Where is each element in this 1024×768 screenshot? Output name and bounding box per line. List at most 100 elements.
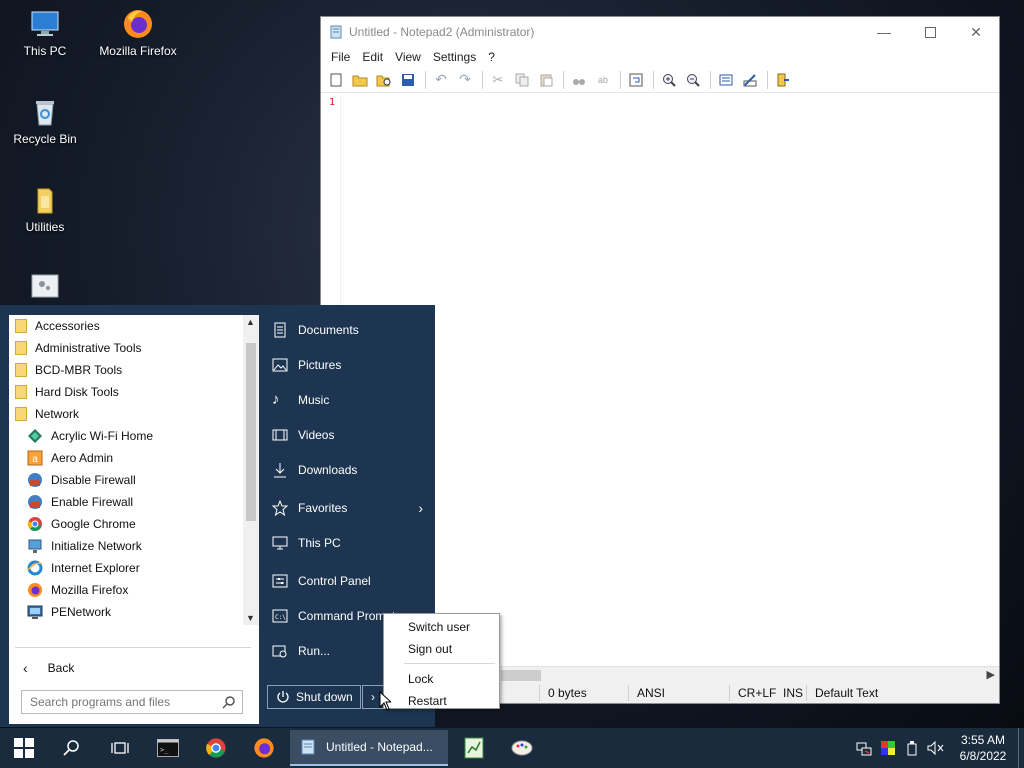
scroll-down-icon[interactable]: ▼	[246, 613, 255, 623]
toolbar-separator	[563, 70, 564, 89]
customize-button[interactable]	[739, 69, 761, 91]
taskbar-cmd-button[interactable]: >_	[144, 728, 192, 768]
start-item-documents[interactable]: Documents	[262, 315, 435, 345]
open-button[interactable]	[349, 69, 371, 91]
chevron-left-icon: ‹	[23, 660, 28, 676]
list-item[interactable]: Acrylic Wi-Fi Home	[9, 425, 243, 447]
start-item-label: Downloads	[298, 463, 358, 477]
menu-help[interactable]: ?	[482, 50, 501, 64]
close-button[interactable]: ✕	[953, 17, 999, 47]
tray-usb-icon[interactable]	[900, 728, 924, 768]
task-view-button[interactable]	[96, 728, 144, 768]
start-item-label: Run...	[298, 644, 331, 658]
menu-settings[interactable]: Settings	[427, 50, 482, 64]
redo-button[interactable]: ↷	[454, 69, 476, 91]
desktop-icon-firefox[interactable]: Mozilla Firefox	[96, 8, 180, 58]
maximize-button[interactable]	[907, 17, 953, 47]
start-item-label: Pictures	[298, 358, 342, 372]
start-item-music[interactable]: ♪ Music	[262, 385, 435, 415]
paste-button[interactable]	[535, 69, 557, 91]
scroll-up-icon[interactable]: ▲	[246, 317, 255, 327]
copy-button[interactable]	[511, 69, 533, 91]
save-button[interactable]	[397, 69, 419, 91]
list-item[interactable]: Initialize Network	[9, 535, 243, 557]
folder-icon	[15, 319, 27, 333]
tray-volume-icon[interactable]	[924, 728, 948, 768]
zoom-in-button[interactable]	[658, 69, 680, 91]
exit-button[interactable]	[772, 69, 794, 91]
start-item-this-pc[interactable]: This PC	[262, 528, 435, 558]
start-item-favorites[interactable]: Favorites ›	[262, 493, 435, 523]
desktop-icon-this-pc[interactable]: This PC	[3, 8, 87, 58]
wordwrap-button[interactable]	[625, 69, 647, 91]
status-scheme: Default Text	[806, 685, 956, 701]
show-desktop-button[interactable]	[1018, 728, 1024, 768]
menu-item-sign-out[interactable]: Sign out	[384, 638, 499, 660]
list-item[interactable]: Hard Disk Tools	[9, 381, 243, 403]
search-input[interactable]	[30, 695, 222, 709]
scheme-button[interactable]	[715, 69, 737, 91]
minimize-button[interactable]: —	[861, 17, 907, 47]
chevron-right-icon: ›	[371, 690, 375, 704]
taskbar: >_ Untitled - Notepad... 3:55 AM 6/8/202…	[0, 728, 1024, 768]
menu-view[interactable]: View	[389, 50, 427, 64]
clock[interactable]: 3:55 AM 6/8/2022	[948, 732, 1018, 764]
status-line-ending: CR+LF	[729, 685, 781, 701]
zoom-out-button[interactable]	[682, 69, 704, 91]
list-item-label: Mozilla Firefox	[51, 583, 129, 597]
list-item[interactable]: PENetwork	[9, 601, 243, 623]
open-folder-icon	[352, 75, 368, 86]
desktop-icon-recycle-bin[interactable]: Recycle Bin	[3, 96, 87, 146]
taskbar-firefox-button[interactable]	[240, 728, 288, 768]
menu-item-lock[interactable]: Lock	[384, 668, 499, 690]
replace-button[interactable]: ab	[592, 69, 614, 91]
menu-edit[interactable]: Edit	[356, 50, 389, 64]
shutdown-button[interactable]: Shut down	[267, 685, 361, 709]
search-box[interactable]	[21, 690, 243, 714]
svg-text:C:\: C:\	[275, 614, 286, 621]
penetwork-icon	[27, 605, 43, 619]
title-bar[interactable]: Untitled - Notepad2 (Administrator) — ✕	[321, 17, 999, 47]
list-item[interactable]: Mozilla Firefox	[9, 579, 243, 601]
taskbar-app-button[interactable]	[450, 728, 498, 768]
list-item[interactable]: Internet Explorer	[9, 557, 243, 579]
tray-display-icon[interactable]	[876, 728, 900, 768]
desktop-icon-settings-shortcut[interactable]	[3, 272, 87, 308]
find-button[interactable]	[568, 69, 590, 91]
list-item[interactable]: Network	[9, 403, 243, 425]
list-item[interactable]: a Aero Admin	[9, 447, 243, 469]
taskbar-chrome-button[interactable]	[192, 728, 240, 768]
start-item-control-panel[interactable]: Control Panel	[262, 566, 435, 596]
undo-button[interactable]: ↶	[430, 69, 452, 91]
clock-date: 6/8/2022	[959, 749, 1007, 763]
toolbar-separator	[425, 70, 426, 89]
list-item[interactable]: Enable Firewall	[9, 491, 243, 513]
list-item[interactable]: BCD-MBR Tools	[9, 359, 243, 381]
program-list: Accessories Administrative Tools BCD-MBR…	[9, 315, 243, 625]
list-item[interactable]: Disable Firewall	[9, 469, 243, 491]
scroll-right-icon[interactable]: ▶	[987, 668, 995, 681]
list-item[interactable]: Administrative Tools	[9, 337, 243, 359]
new-button[interactable]	[325, 69, 347, 91]
menu-file[interactable]: File	[325, 50, 356, 64]
scroll-thumb[interactable]	[501, 670, 541, 681]
desktop-icon-utilities[interactable]: Utilities	[3, 184, 87, 234]
taskbar-search-button[interactable]	[48, 728, 96, 768]
start-item-downloads[interactable]: Downloads	[262, 455, 435, 485]
start-button[interactable]	[0, 728, 48, 768]
taskbar-paint-button[interactable]	[498, 728, 546, 768]
scroll-thumb[interactable]	[246, 343, 256, 521]
browse-button[interactable]	[373, 69, 395, 91]
cut-button[interactable]: ✂	[487, 69, 509, 91]
start-item-pictures[interactable]: Pictures	[262, 350, 435, 380]
list-item[interactable]: Accessories	[9, 315, 243, 337]
network-icon	[28, 539, 42, 553]
menu-item-switch-user[interactable]: Switch user	[384, 616, 499, 638]
taskbar-notepad-window[interactable]: Untitled - Notepad...	[290, 730, 448, 766]
menu-item-restart[interactable]: Restart	[384, 690, 499, 712]
start-item-videos[interactable]: Videos	[262, 420, 435, 450]
list-item[interactable]: Google Chrome	[9, 513, 243, 535]
tray-network-icon[interactable]	[852, 728, 876, 768]
program-list-scrollbar[interactable]: ▲ ▼	[243, 315, 259, 625]
back-button[interactable]: ‹ Back	[17, 653, 247, 683]
